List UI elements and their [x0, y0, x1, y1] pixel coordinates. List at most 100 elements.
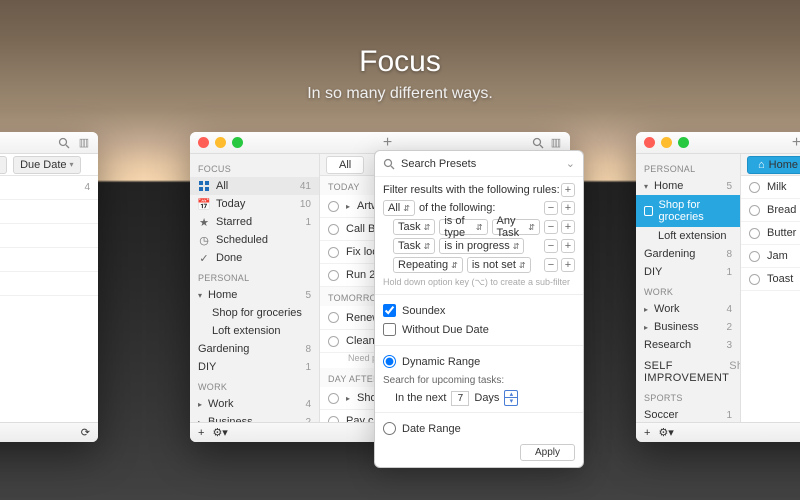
remove-rule-button[interactable]: − — [544, 220, 558, 234]
chevron-down-icon[interactable]: ⌄ — [566, 157, 575, 170]
titlebar[interactable]: ▥ — [0, 132, 98, 154]
tab-all[interactable]: All — [326, 156, 364, 174]
titlebar[interactable]: + — [636, 132, 800, 154]
sidebar-item-work[interactable]: ▸Work4 — [190, 395, 319, 413]
rule-op-select[interactable]: is of type⇵ — [439, 219, 487, 235]
rule-op-select[interactable]: is in progress⇵ — [439, 238, 524, 254]
sync-icon[interactable]: ⟳ — [81, 426, 90, 439]
tab-home[interactable]: ⌂Home — [747, 156, 800, 174]
disclosure-icon[interactable]: ▾ — [198, 291, 202, 300]
apply-button[interactable]: Apply — [520, 444, 575, 461]
list-item[interactable]: Today — [0, 272, 98, 296]
list-item[interactable]: Today — [0, 248, 98, 272]
filter-rules-section: Filter results with the following rules:… — [375, 177, 583, 295]
soundex-checkbox[interactable]: Soundex — [383, 301, 575, 320]
hero-subtitle: In so many different ways. — [0, 85, 800, 103]
task-row[interactable]: Butter — [741, 222, 800, 245]
hidden-tasks-pill[interactable]: 37 tasks hidden — [0, 156, 7, 174]
task-row[interactable]: Toast — [741, 268, 800, 291]
columns-icon[interactable]: ▥ — [550, 137, 562, 149]
columns-icon[interactable]: ▥ — [78, 137, 90, 149]
rule-field-select[interactable]: Task⇵ — [393, 219, 435, 235]
sort-pill[interactable]: Due Date▾ — [13, 156, 81, 174]
add-rule-button[interactable]: + — [561, 201, 575, 215]
add-icon[interactable]: + — [644, 427, 650, 439]
date-range-section: Date Range Apply — [375, 413, 583, 467]
settings-icon[interactable]: ⚙▾ — [658, 426, 673, 439]
add-rule-button[interactable]: + — [561, 239, 575, 253]
star-icon: ★ — [198, 216, 210, 228]
rule-select-all[interactable]: All⇵ — [383, 200, 415, 216]
rule-op-select[interactable]: is not set⇵ — [467, 257, 531, 273]
remove-rule-button[interactable]: − — [544, 239, 558, 253]
dynamic-range-radio[interactable]: Dynamic Range — [383, 352, 575, 371]
search-icon[interactable] — [58, 137, 70, 149]
close-dot[interactable] — [644, 137, 655, 148]
sidebar-item-done[interactable]: ✓Done — [190, 249, 319, 267]
sidebar-item-scheduled[interactable]: ◷Scheduled — [190, 231, 319, 249]
sidebar-item-loft[interactable]: Loft extension — [636, 227, 740, 245]
remove-rule-button[interactable]: − — [544, 201, 558, 215]
date-range-radio[interactable]: Date Range — [383, 419, 575, 438]
list-item[interactable]: Today — [0, 200, 98, 224]
sidebar: PERSONAL ▾Home5 Shop for groceries Loft … — [636, 154, 741, 422]
sidebar-item-all[interactable]: All41 — [190, 177, 319, 195]
task-row[interactable]: Milk — [741, 176, 800, 199]
add-rule-button[interactable]: + — [561, 258, 575, 272]
rule-value-select[interactable]: Any Task⇵ — [492, 219, 540, 235]
sidebar-item-shop[interactable]: Shop for groceries — [190, 304, 319, 322]
add-icon[interactable]: + — [198, 427, 204, 439]
stepper[interactable]: ▴▾ — [504, 390, 518, 406]
without-due-checkbox[interactable]: Without Due Date — [383, 320, 575, 339]
dynamic-range-section: Dynamic Range Search for upcoming tasks:… — [375, 346, 583, 413]
task-row[interactable]: Bread — [741, 199, 800, 222]
sidebar-item-soccer[interactable]: Soccer1 — [636, 406, 740, 422]
sidebar-item-gardening[interactable]: Gardening8 — [190, 340, 319, 358]
remove-rule-button[interactable]: − — [544, 258, 558, 272]
sidebar-item-loft[interactable]: Loft extension — [190, 322, 319, 340]
sidebar-item-starred[interactable]: ★Starred1 — [190, 213, 319, 231]
zoom-dot[interactable] — [678, 137, 689, 148]
sidebar-item-diy[interactable]: DIY1 — [190, 358, 319, 376]
rule-field-select[interactable]: Task⇵ — [393, 238, 435, 254]
count-row: 4 — [0, 176, 98, 200]
add-button[interactable]: + — [792, 134, 800, 152]
sidebar-item-gardening[interactable]: Gardening8 — [636, 245, 740, 263]
zoom-dot[interactable] — [232, 137, 243, 148]
task-list: 4 Today Today Today Today — [0, 176, 98, 422]
window-left: ▥ 37 tasks hidden Due Date▾ 4 Today Toda… — [0, 132, 98, 442]
sidebar-item-diy[interactable]: DIY1 — [636, 263, 740, 281]
section-header: WORK — [190, 376, 319, 395]
search-icon[interactable] — [532, 137, 544, 149]
sidebar-item-business[interactable]: ▸Business2 — [190, 413, 319, 422]
sidebar-item-research[interactable]: Research3 — [636, 336, 740, 354]
min-dot[interactable] — [661, 137, 672, 148]
rule-field-select[interactable]: Repeating⇵ — [393, 257, 463, 273]
popover-header: Search Presets ⌄ — [375, 151, 583, 177]
list-item[interactable]: Today — [0, 224, 98, 248]
close-dot[interactable] — [198, 137, 209, 148]
sidebar-item-business[interactable]: ▸Business2 — [636, 318, 740, 336]
show-toggle[interactable]: Show — [729, 360, 741, 384]
check-icon: ✓ — [198, 252, 210, 264]
sidebar-item-home[interactable]: ▾Home5 — [190, 286, 319, 304]
sidebar-item-home[interactable]: ▾Home5 — [636, 177, 740, 195]
add-rule-button[interactable]: + — [561, 220, 575, 234]
sidebar-item-shop-selected[interactable]: Shop for groceries — [636, 195, 740, 227]
options-section: Soundex Without Due Date — [375, 295, 583, 346]
task-row[interactable]: Jam — [741, 245, 800, 268]
section-header: SELF IMPROVEMENTShow — [636, 354, 740, 387]
section-header: WORK — [636, 281, 740, 300]
sidebar-item-today[interactable]: 📅Today10 — [190, 195, 319, 213]
footer: + ⚙ ⟳ — [0, 422, 98, 442]
settings-icon[interactable]: ⚙▾ — [212, 426, 227, 439]
add-rule-button[interactable]: + — [561, 183, 575, 197]
disclosure-icon[interactable]: ▸ — [198, 400, 202, 409]
add-button[interactable]: + — [383, 134, 392, 152]
min-dot[interactable] — [215, 137, 226, 148]
home-icon: ⌂ — [758, 159, 765, 171]
sidebar-item-work[interactable]: ▸Work4 — [636, 300, 740, 318]
days-input[interactable] — [451, 391, 469, 406]
footer: + ⚙▾ ⟳ — [636, 422, 800, 442]
section-header: PERSONAL — [636, 158, 740, 177]
